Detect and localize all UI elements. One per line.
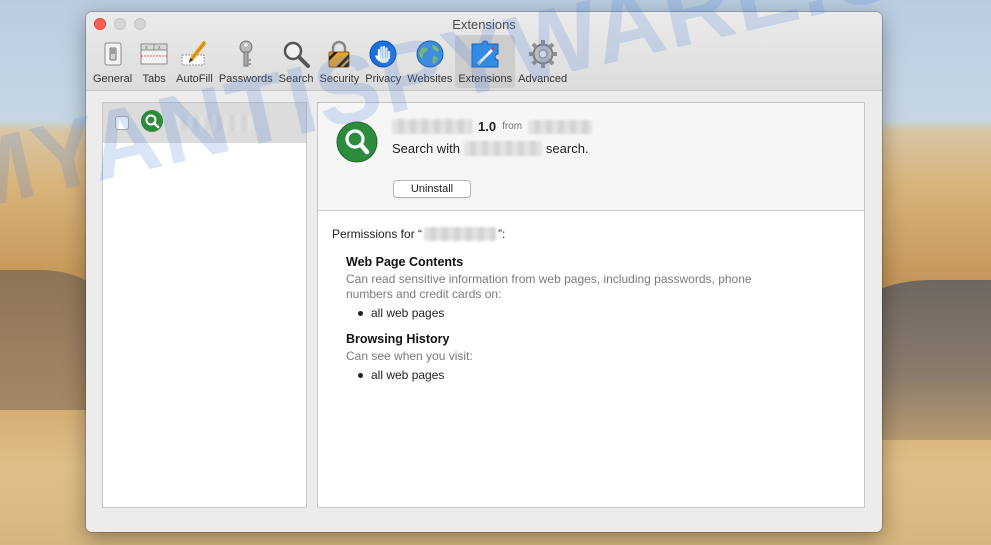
enable-extension-checkbox[interactable] — [115, 116, 129, 130]
search-extension-icon — [141, 109, 163, 137]
puzzle-compass-icon — [469, 38, 501, 70]
permission-heading: Browsing History — [346, 332, 450, 346]
extension-name-redacted — [175, 115, 253, 131]
extension-name-redacted — [392, 119, 472, 134]
magnifier-icon — [280, 38, 312, 70]
tab-tabs[interactable]: xx Tabs — [135, 35, 173, 88]
list-item: all web pages — [358, 368, 850, 382]
tab-extensions[interactable]: Extensions — [455, 35, 516, 88]
tab-label: Tabs — [142, 73, 166, 85]
scope-text: all web pages — [371, 306, 445, 320]
search-extension-icon — [336, 121, 378, 168]
extension-detail: 1.0 from Search with search. Uninstall P… — [317, 102, 865, 508]
tab-label: Passwords — [218, 73, 273, 85]
tab-label: Extensions — [458, 73, 513, 85]
extension-version: 1.0 — [478, 119, 497, 134]
hand-icon — [367, 38, 399, 70]
safari-preferences-window: Extensions General xx Tabs AutoFill Pass… — [86, 12, 882, 532]
permission-scope-list: all web pages — [358, 368, 850, 382]
permission-browsing-history: Browsing History Can see when you visit:… — [346, 332, 850, 382]
gear-icon — [527, 38, 559, 70]
bullet-icon — [358, 310, 363, 316]
permissions-section: Permissions for “ ”: Web Page Contents C… — [318, 211, 864, 398]
globe-icon — [414, 38, 446, 70]
tab-label: Search — [278, 73, 314, 85]
tab-advanced[interactable]: Advanced — [515, 35, 570, 88]
bullet-icon — [358, 372, 363, 378]
scope-text: all web pages — [371, 368, 445, 382]
tab-label: Websites — [407, 73, 453, 85]
key-icon — [230, 38, 262, 70]
developer-name-redacted — [528, 119, 593, 134]
list-item: all web pages — [358, 306, 850, 320]
tab-search[interactable]: Search — [276, 35, 317, 88]
extension-description: Search with search. — [392, 141, 589, 156]
tab-security[interactable]: Security — [316, 35, 362, 88]
permissions-suffix: ”: — [498, 227, 506, 241]
permission-description: Can see when you visit: — [346, 349, 473, 363]
tab-websites[interactable]: Websites — [404, 35, 455, 88]
description-prefix: Search with — [392, 141, 460, 156]
padlock-icon — [323, 38, 355, 70]
permission-heading: Web Page Contents — [346, 255, 464, 269]
titlebar: Extensions General xx Tabs AutoFill Pass… — [86, 12, 882, 91]
extension-name-redacted — [424, 227, 497, 241]
tab-passwords[interactable]: Passwords — [216, 35, 276, 88]
preferences-toolbar: General xx Tabs AutoFill Passwords Searc… — [90, 35, 570, 88]
tab-label: Advanced — [518, 73, 568, 85]
extensions-list — [102, 102, 307, 508]
pencil-form-icon — [178, 38, 210, 70]
tab-autofill[interactable]: AutoFill — [173, 35, 216, 88]
tab-label: Security — [319, 73, 360, 85]
list-item[interactable] — [103, 103, 306, 143]
extension-header: 1.0 from Search with search. Uninstall — [318, 103, 864, 211]
tab-label: General — [93, 73, 133, 85]
desktop-dune-left — [0, 270, 100, 410]
switch-icon — [97, 38, 129, 70]
description-suffix: search. — [545, 141, 589, 156]
permissions-title: Permissions for “ ”: — [332, 227, 850, 241]
search-provider-redacted — [463, 141, 542, 156]
tabs-window-icon: xx — [138, 38, 170, 70]
tab-general[interactable]: General — [90, 35, 135, 88]
tab-label: AutoFill — [176, 73, 213, 85]
permission-web-page-contents: Web Page Contents Can read sensitive inf… — [346, 255, 850, 320]
window-title: Extensions — [452, 17, 516, 32]
extension-title-line: 1.0 from — [392, 119, 593, 134]
tab-privacy[interactable]: Privacy — [362, 35, 404, 88]
permission-description: Can read sensitive information from web … — [346, 272, 752, 301]
from-label: from — [502, 121, 523, 132]
uninstall-button[interactable]: Uninstall — [393, 180, 471, 198]
permission-scope-list: all web pages — [358, 306, 850, 320]
permissions-prefix: Permissions for “ — [332, 227, 423, 241]
extensions-content: 1.0 from Search with search. Uninstall P… — [86, 92, 882, 532]
tab-label: Privacy — [365, 73, 402, 85]
